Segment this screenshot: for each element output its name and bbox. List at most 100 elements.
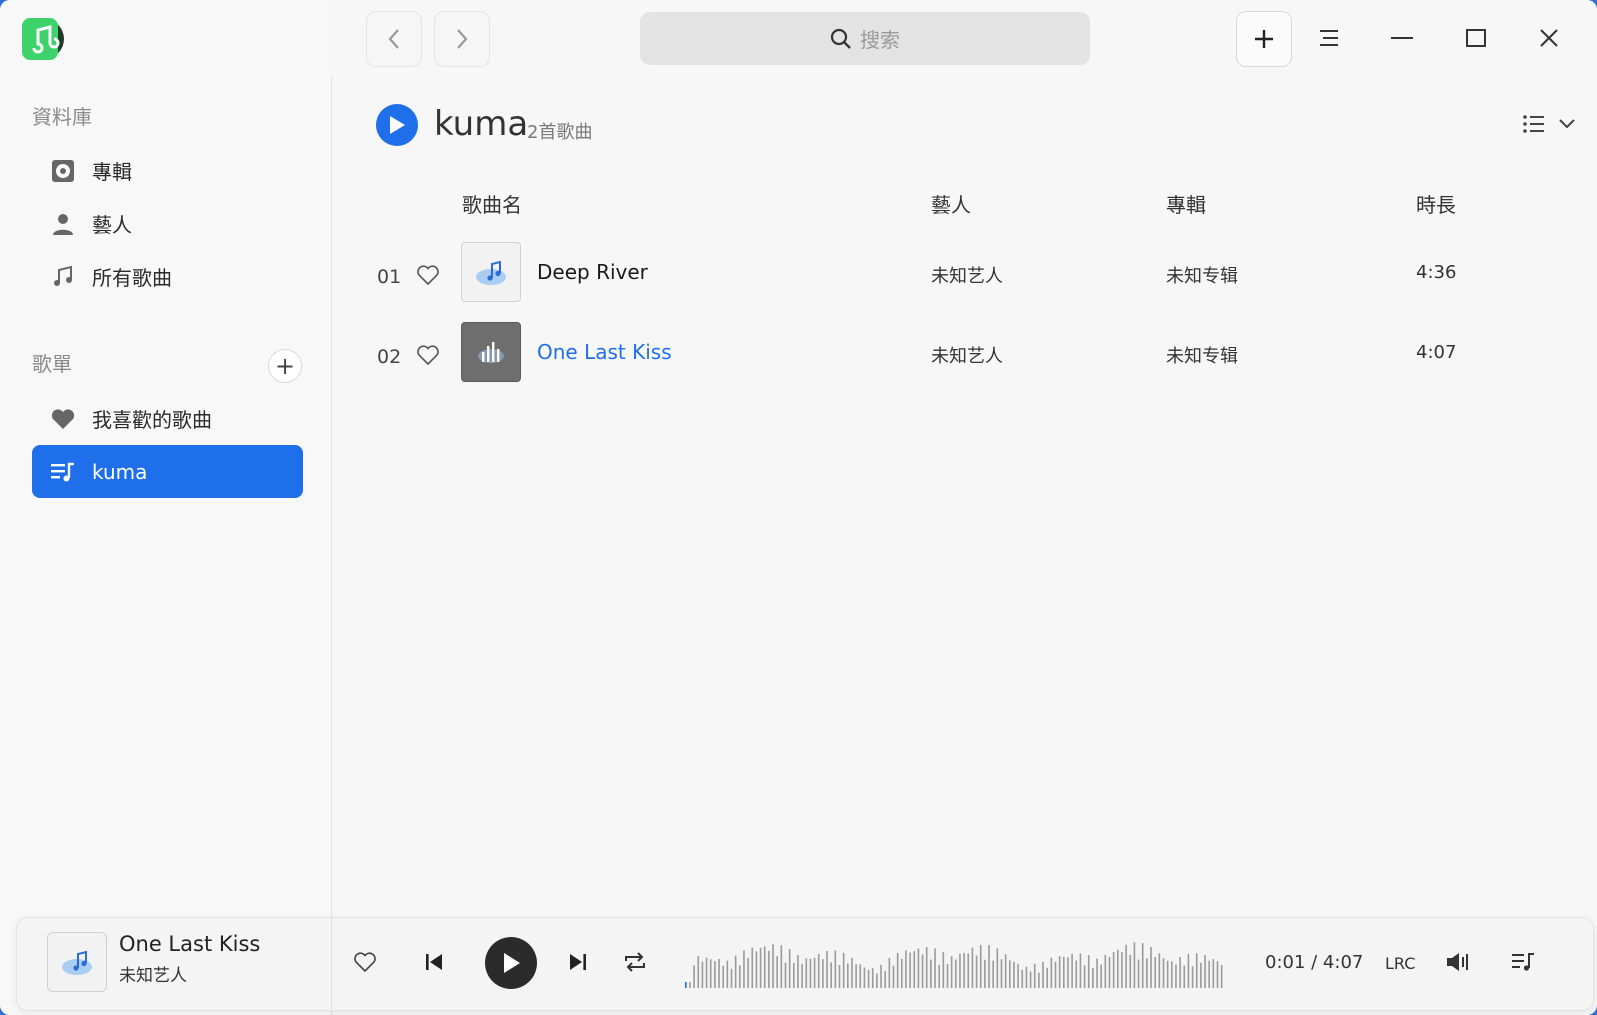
waveform-bar — [876, 973, 878, 988]
heart-outline-icon — [354, 952, 376, 973]
waveform-bar — [905, 950, 907, 988]
waveform-bar — [1150, 947, 1152, 988]
now-playing-album-art[interactable] — [47, 932, 107, 992]
waveform-bar — [1075, 960, 1078, 988]
waveform-bar — [1025, 966, 1028, 988]
chevron-left-icon — [388, 29, 399, 49]
waveform-bar — [697, 956, 700, 988]
search-input[interactable]: 搜索 — [640, 12, 1090, 65]
person-icon — [50, 211, 76, 237]
waveform-bar — [975, 955, 978, 988]
waveform-bar — [701, 961, 704, 988]
waveform-bar — [1117, 949, 1119, 988]
song-row[interactable]: 01 Deep River 未知艺人 未知专辑 4:36 — [331, 242, 1597, 322]
waveform-bar — [784, 962, 787, 988]
waveform-bar — [1158, 953, 1161, 988]
play-all-button[interactable] — [376, 104, 418, 146]
waveform-bar — [1100, 964, 1102, 988]
song-title: Deep River — [537, 260, 648, 284]
waveform-bar — [892, 965, 895, 988]
forward-button[interactable] — [434, 11, 490, 67]
column-header-title[interactable]: 歌曲名 — [462, 189, 522, 218]
add-button[interactable] — [1236, 11, 1292, 67]
waveform-bar — [1175, 964, 1177, 988]
waveform-bar — [805, 958, 808, 988]
waveform-bar — [913, 951, 916, 988]
add-playlist-button[interactable]: + — [268, 349, 302, 383]
waveform-bar — [1121, 952, 1123, 988]
music-cloud-icon — [476, 260, 506, 285]
waveform-bar — [1133, 942, 1136, 988]
sidebar-item-favorites[interactable]: 我喜歡的歌曲 — [32, 392, 303, 445]
waveform-bar — [1146, 958, 1148, 988]
repeat-icon — [625, 952, 645, 972]
waveform-bar — [1191, 966, 1194, 988]
track-number: 01 — [377, 266, 402, 288]
column-header-duration[interactable]: 時長 — [1416, 189, 1456, 218]
repeat-button[interactable] — [623, 951, 647, 973]
column-header-artist[interactable]: 藝人 — [931, 189, 971, 218]
column-header-album[interactable]: 專輯 — [1166, 189, 1206, 218]
minimize-button[interactable] — [1384, 20, 1420, 56]
playlist-title: kuma — [434, 104, 529, 144]
maximize-button[interactable] — [1458, 20, 1494, 56]
waveform-bar — [1000, 959, 1003, 988]
back-button[interactable] — [366, 11, 422, 67]
waveform-bar — [759, 947, 762, 988]
song-duration: 4:36 — [1416, 262, 1457, 283]
waveform-bar — [1046, 967, 1048, 988]
close-button[interactable] — [1531, 20, 1567, 56]
now-playing-artist: 未知艺人 — [119, 966, 187, 986]
volume-button[interactable] — [1445, 951, 1471, 973]
song-duration: 4:07 — [1416, 342, 1457, 363]
sidebar-item-label: 藝人 — [92, 213, 132, 237]
toolbar: 搜索 — [331, 0, 1597, 76]
waveform-bar — [855, 964, 857, 988]
song-artist: 未知艺人 — [931, 266, 1003, 287]
waveform-progress-bar[interactable] — [685, 936, 1225, 992]
waveform-bar — [1096, 958, 1098, 988]
maximize-icon — [1466, 29, 1486, 47]
menu-button[interactable] — [1311, 20, 1347, 56]
queue-button[interactable] — [1511, 951, 1535, 973]
waveform-bar — [705, 957, 708, 988]
song-row-playing[interactable]: 02 One Last Kiss 未知艺人 未知专辑 4:07 — [331, 322, 1597, 402]
waveform-bar — [1063, 956, 1065, 988]
view-mode-selector[interactable] — [1523, 114, 1575, 134]
app-logo-icon — [22, 18, 66, 60]
waveform-bar — [730, 968, 733, 988]
waveform-bar — [1220, 964, 1223, 988]
waveform-bar — [888, 957, 891, 988]
next-button[interactable] — [569, 953, 587, 971]
waveform-bar — [809, 958, 812, 988]
like-heart-icon[interactable] — [416, 344, 440, 370]
waveform-bar — [988, 945, 990, 988]
waveform-bar — [714, 961, 716, 988]
waveform-bar — [1038, 972, 1040, 988]
waveform-bar — [925, 947, 928, 988]
waveform-bar — [722, 965, 724, 988]
chevron-right-icon — [457, 29, 468, 49]
waveform-bar — [1050, 957, 1053, 988]
search-placeholder: 搜索 — [860, 28, 900, 52]
sidebar-item-kuma[interactable]: kuma — [32, 445, 303, 498]
sidebar-item-albums[interactable]: 專輯 — [32, 144, 303, 197]
waveform-bar — [793, 962, 795, 988]
plus-icon — [1255, 30, 1273, 48]
plus-icon: + — [274, 352, 296, 380]
waveform-bar — [1187, 954, 1190, 988]
waveform-bar — [842, 952, 845, 988]
waveform-bar — [1212, 959, 1215, 988]
lyrics-button[interactable]: LRC — [1385, 954, 1415, 973]
waveform-bar — [996, 948, 999, 988]
sidebar-item-all-songs[interactable]: 所有歌曲 — [32, 250, 303, 303]
like-heart-icon[interactable] — [416, 264, 440, 290]
play-pause-button[interactable] — [485, 937, 537, 989]
divider — [331, 918, 332, 1010]
like-button[interactable] — [353, 951, 377, 973]
waveform-bar — [1104, 954, 1107, 988]
search-icon — [830, 28, 851, 49]
sidebar-item-artists[interactable]: 藝人 — [32, 197, 303, 250]
previous-button[interactable] — [425, 953, 443, 971]
waveform-bar — [880, 964, 882, 988]
